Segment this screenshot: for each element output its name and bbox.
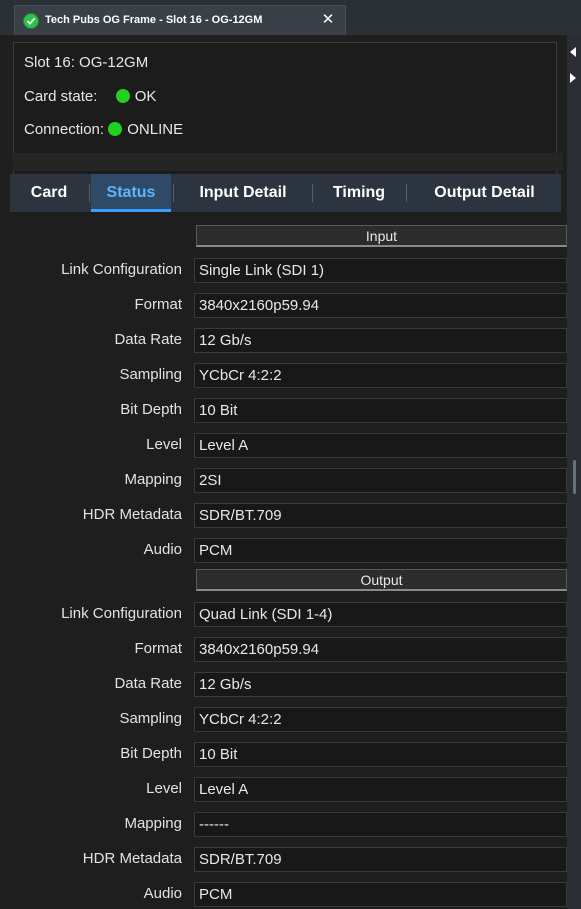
- input-mapping-value: 2SI: [194, 468, 567, 493]
- output-bit-depth-label: Bit Depth: [120, 745, 182, 762]
- tab-timing[interactable]: Timing: [314, 174, 404, 212]
- check-icon: [23, 13, 39, 29]
- output-sampling-label: Sampling: [119, 710, 182, 727]
- slot-title: Slot 16: OG-12GM: [24, 54, 149, 71]
- input-section-header: Input: [196, 225, 567, 247]
- input-data-rate-label: Data Rate: [114, 331, 182, 348]
- panel-divider: [13, 153, 563, 171]
- input-mapping-label: Mapping: [124, 471, 182, 488]
- input-data-rate-value: 12 Gb/s: [194, 328, 567, 353]
- arrow-left-icon[interactable]: [570, 47, 576, 57]
- input-sampling-label: Sampling: [119, 366, 182, 383]
- arrow-right-icon[interactable]: [570, 73, 576, 83]
- output-link-configuration-label: Link Configuration: [61, 605, 182, 622]
- tab-status[interactable]: Status: [91, 174, 171, 212]
- input-format-value: 3840x2160p59.94: [194, 293, 567, 318]
- card-state-label: Card state:: [24, 88, 98, 105]
- connection-line: Connection: ONLINE: [24, 121, 183, 138]
- input-bit-depth-value: 10 Bit: [194, 398, 567, 423]
- input-link-configuration-value: Single Link (SDI 1): [194, 258, 567, 283]
- close-icon[interactable]: ✕: [320, 12, 336, 28]
- tab-separator: [89, 184, 90, 202]
- output-format-value: 3840x2160p59.94: [194, 637, 567, 662]
- tab-separator: [312, 184, 313, 202]
- output-audio-label: Audio: [143, 885, 182, 902]
- input-link-configuration-label: Link Configuration: [61, 261, 182, 278]
- connection-value: ONLINE: [127, 121, 184, 138]
- tab-output-detail[interactable]: Output Detail: [408, 174, 561, 212]
- card-state-indicator-icon: [115, 89, 130, 103]
- card-state-line: Card state: OK: [24, 88, 156, 105]
- output-level-label: Level: [146, 780, 182, 797]
- input-format-label: Format: [134, 296, 182, 313]
- input-sampling-value: YCbCr 4:2:2: [194, 363, 567, 388]
- output-level-value: Level A: [194, 777, 567, 802]
- input-hdr-metadata-label: HDR Metadata: [82, 506, 182, 523]
- output-bit-depth-value: 10 Bit: [194, 742, 567, 767]
- output-data-rate-label: Data Rate: [114, 675, 182, 692]
- output-hdr-metadata-label: HDR Metadata: [82, 850, 182, 867]
- output-hdr-metadata-value: SDR/BT.709: [194, 847, 567, 872]
- input-audio-label: Audio: [143, 541, 182, 558]
- output-format-label: Format: [134, 640, 182, 657]
- tab-card[interactable]: Card: [10, 174, 88, 212]
- input-level-value: Level A: [194, 433, 567, 458]
- input-bit-depth-label: Bit Depth: [120, 401, 182, 418]
- input-hdr-metadata-value: SDR/BT.709: [194, 503, 567, 528]
- tab-separator: [406, 184, 407, 202]
- output-section-header: Output: [196, 569, 567, 591]
- connection-indicator-icon: [108, 122, 123, 136]
- output-data-rate-value: 12 Gb/s: [194, 672, 567, 697]
- scrollbar-thumb[interactable]: [573, 460, 576, 494]
- output-mapping-value: ------: [194, 812, 567, 837]
- window-tab-bar: Tech Pubs OG Frame - Slot 16 - OG-12GM ✕: [0, 0, 581, 35]
- input-audio-value: PCM: [194, 538, 567, 563]
- tab-separator: [173, 184, 174, 202]
- tab-input-detail[interactable]: Input Detail: [175, 174, 311, 212]
- output-link-configuration-value: Quad Link (SDI 1-4): [194, 602, 567, 627]
- output-mapping-label: Mapping: [124, 815, 182, 832]
- status-content: Input Link Configuration Single Link (SD…: [10, 212, 567, 909]
- input-level-label: Level: [146, 436, 182, 453]
- output-sampling-value: YCbCr 4:2:2: [194, 707, 567, 732]
- output-audio-value: PCM: [194, 882, 567, 907]
- document-tab[interactable]: Tech Pubs OG Frame - Slot 16 - OG-12GM ✕: [14, 5, 346, 35]
- card-state-value: OK: [134, 88, 157, 105]
- document-tab-title: Tech Pubs OG Frame - Slot 16 - OG-12GM: [45, 14, 263, 26]
- connection-label: Connection:: [24, 121, 105, 138]
- section-tabs: Card Status Input Detail Timing Output D…: [10, 174, 561, 212]
